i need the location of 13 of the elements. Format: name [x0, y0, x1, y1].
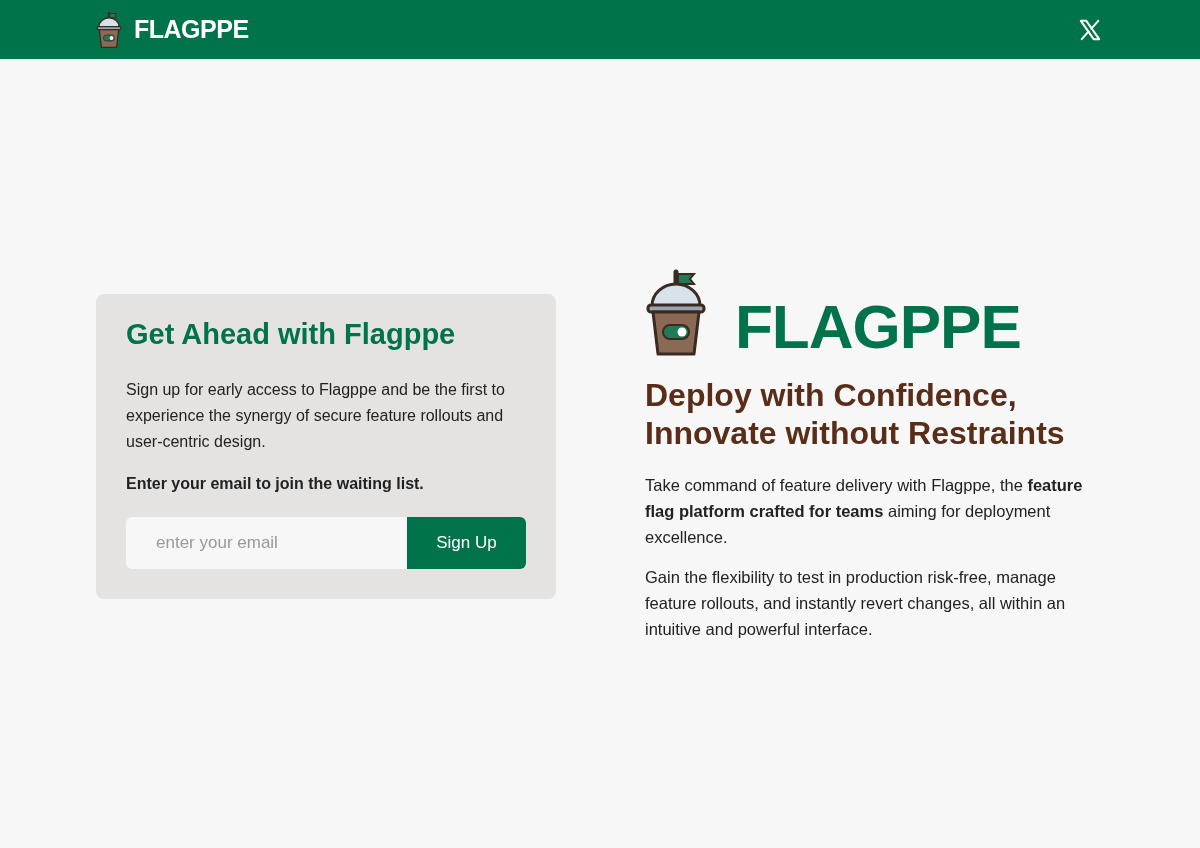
signup-title: Get Ahead with Flagppe — [126, 318, 457, 351]
brand-logo-text: FLAGPPE — [735, 296, 1021, 358]
signup-description: Sign up for early access to Flagppe and be the first to experience the synergy of secure feature rollouts and user-centric design. — [126, 380, 506, 452]
sign-up-button[interactable]: Sign Up — [407, 517, 526, 569]
x-logo-icon[interactable] — [1078, 18, 1102, 41]
hero-paragraph: Gain the flexibility to test in production risk-free, manage feature rollouts, and instantly revert changes, all within an intuitive and powerful interface. — [645, 567, 1067, 640]
email-input-field[interactable]: enter your email — [126, 517, 407, 569]
cup-logo-icon — [645, 268, 707, 358]
cup-logo-icon — [96, 10, 122, 49]
brand-name[interactable]: FLAGPPE — [134, 15, 249, 44]
hero-headline: Deploy with Confidence, Innovate without Restraints — [645, 376, 1066, 452]
signup-prompt: Enter your email to join the waiting list. — [126, 475, 425, 493]
hero-paragraph: Take command of feature delivery with Flagppe, the feature flag platform crafted for teams aiming for deployment excellence. — [645, 475, 1084, 548]
